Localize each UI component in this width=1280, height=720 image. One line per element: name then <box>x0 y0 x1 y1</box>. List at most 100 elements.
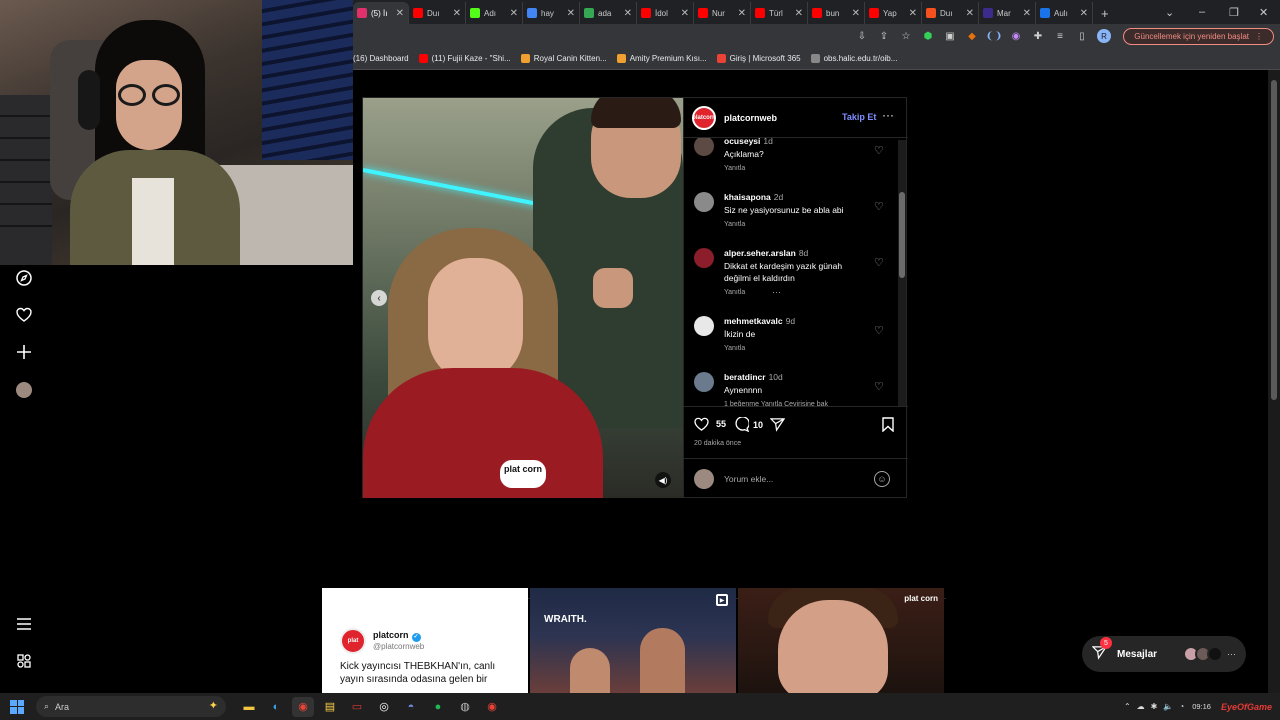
comment-user[interactable]: beratdincr 10d <box>724 372 783 382</box>
tab-search-icon[interactable]: ⌄ <box>1165 0 1174 24</box>
post-media[interactable]: ‹ plat corn ◀) <box>363 98 683 498</box>
taskbar-search[interactable]: ⌕ Ara ✦ <box>36 696 226 717</box>
browser-tab[interactable]: Nur ✕ <box>694 2 751 24</box>
browser-tab[interactable]: Duı ✕ <box>922 2 979 24</box>
update-restart-button[interactable]: Güncellemek için yeniden başlat ⋮ <box>1123 28 1274 45</box>
tab-close-icon[interactable]: ✕ <box>681 8 689 19</box>
page-scrollbar-thumb[interactable] <box>1271 80 1277 400</box>
tab-close-icon[interactable]: ✕ <box>909 8 917 19</box>
create-icon[interactable] <box>15 343 33 361</box>
tray-network-icon[interactable]: ◔ <box>1179 702 1184 711</box>
comment-input[interactable] <box>724 473 864 484</box>
sound-toggle-icon[interactable]: ◀) <box>655 472 671 488</box>
explore-icon[interactable] <box>15 269 33 287</box>
messages-button[interactable]: 5 Mesajlar ··· <box>1082 636 1246 672</box>
bookmark-item[interactable]: Giriş | Microsoft 365 <box>716 54 801 63</box>
author-username[interactable]: platcornweb <box>724 113 777 123</box>
comment-reply-button[interactable]: Yanıtla <box>724 289 745 296</box>
comment-reply-button[interactable]: Yanıtla <box>724 221 745 228</box>
tab-close-icon[interactable]: ✕ <box>795 8 803 19</box>
extension-square-icon[interactable]: ▣ <box>943 29 957 43</box>
bookmark-item[interactable]: (16) Dashboard <box>353 54 409 63</box>
tab-close-icon[interactable]: ✕ <box>453 8 461 19</box>
comment-user[interactable]: mehmetkavalc 9d <box>724 316 795 326</box>
author-avatar[interactable]: platcorn <box>692 105 716 130</box>
tab-close-icon[interactable]: ✕ <box>852 8 860 19</box>
tab-close-icon[interactable]: ✕ <box>966 8 974 19</box>
comment-username[interactable]: khaisapona <box>724 192 771 202</box>
browser-tab[interactable]: ada ✕ <box>580 2 637 24</box>
extension-purple-icon[interactable]: ◉ <box>1009 29 1023 43</box>
emoji-icon[interactable]: ☺ <box>874 471 890 487</box>
profile-avatar[interactable] <box>15 381 33 399</box>
profile-button[interactable]: R <box>1097 29 1111 43</box>
comment-like-icon[interactable]: ♡ <box>874 324 884 337</box>
start-button[interactable] <box>10 699 24 714</box>
comment-username[interactable]: ocuseysi <box>724 138 760 146</box>
tab-close-icon[interactable]: ✕ <box>396 8 404 19</box>
browser-tab[interactable]: Yap ✕ <box>865 2 922 24</box>
new-tab-button[interactable]: + <box>1093 2 1117 24</box>
comment-user[interactable]: alper.seher.arslan 8d <box>724 248 808 258</box>
comment-like-icon[interactable]: ♡ <box>874 380 884 393</box>
obs-icon[interactable]: ◎ <box>373 697 395 717</box>
file-explorer-icon[interactable]: ▬ <box>238 697 260 717</box>
tab-close-icon[interactable]: ✕ <box>738 8 746 19</box>
tray-volume-icon[interactable]: 🔈 <box>1163 702 1173 711</box>
tab-close-icon[interactable]: ✕ <box>567 8 575 19</box>
save-button[interactable] <box>882 417 894 432</box>
comment-button[interactable]: 10 <box>734 417 763 432</box>
browser-tab[interactable]: Duı ✕ <box>409 2 466 24</box>
tray-bluetooth-icon[interactable]: ✱ <box>1151 702 1158 711</box>
side-panel-icon[interactable]: ▯ <box>1075 29 1089 43</box>
comment-avatar[interactable] <box>694 192 714 212</box>
tab-close-icon[interactable]: ✕ <box>1080 8 1088 19</box>
comment-username[interactable]: mehmetkavalc <box>724 316 783 326</box>
browser-tab[interactable]: bun ✕ <box>808 2 865 24</box>
browser-tab[interactable]: Mar ✕ <box>979 2 1036 24</box>
edge-icon[interactable]: ◐ <box>265 697 287 717</box>
comment-options-icon[interactable]: ··· <box>772 287 781 297</box>
tab-close-icon[interactable]: ✕ <box>1023 8 1031 19</box>
voice-app-icon[interactable]: ▭ <box>346 697 368 717</box>
extension-wave-icon[interactable]: ❨❩ <box>986 29 1003 43</box>
browser-tab[interactable]: İdol ✕ <box>637 2 694 24</box>
comments-scrollbar[interactable] <box>898 140 906 406</box>
extension-fox-icon[interactable]: ◆ <box>965 29 979 43</box>
chrome-secondary-icon[interactable]: ◉ <box>481 697 503 717</box>
browser-tab[interactable]: (5) İı ✕ <box>353 2 409 24</box>
comment-like-icon[interactable]: ♡ <box>874 200 884 213</box>
bookmark-item[interactable]: Amity Premium Kısı... <box>616 54 707 63</box>
comment-user[interactable]: khaisapona 2d <box>724 192 783 202</box>
bookmark-item[interactable]: Royal Canin Kitten... <box>520 54 607 63</box>
share-icon[interactable]: ⇪ <box>877 29 891 43</box>
browser-tab[interactable]: Aulı ✕ <box>1036 2 1093 24</box>
chrome-icon[interactable]: ◉ <box>292 696 314 717</box>
media-control-icon[interactable]: ≡ <box>1053 29 1067 43</box>
comment-like-icon[interactable]: ♡ <box>874 256 884 269</box>
menu-icon[interactable] <box>15 615 33 633</box>
comment-avatar[interactable] <box>694 138 714 156</box>
follow-button[interactable]: Takip Et <box>842 112 876 122</box>
tray-cloud-icon[interactable]: ☁ <box>1137 702 1145 711</box>
minimize-button[interactable]: – <box>1199 0 1205 24</box>
discord-icon[interactable]: ◓ <box>400 697 422 717</box>
tab-close-icon[interactable]: ✕ <box>624 8 632 19</box>
comment-user[interactable]: ocuseysi 1d <box>724 138 773 146</box>
comment-username[interactable]: alper.seher.arslan <box>724 248 796 258</box>
comment-reply-button[interactable]: Yanıtla <box>724 165 745 172</box>
notes-icon[interactable]: ▤ <box>319 697 341 717</box>
install-icon[interactable]: ⇩ <box>855 29 869 43</box>
page-scrollbar[interactable] <box>1268 70 1280 693</box>
comment-avatar[interactable] <box>694 372 714 392</box>
share-button[interactable] <box>770 417 785 432</box>
browser-tab[interactable]: hay ✕ <box>523 2 580 24</box>
like-button[interactable]: 55 <box>694 417 726 431</box>
comment-username[interactable]: beratdincr <box>724 372 766 382</box>
bookmark-item[interactable]: obs.halic.edu.tr/oib... <box>810 54 897 63</box>
threads-grid-icon[interactable] <box>15 652 33 670</box>
comment-reply-button[interactable]: Yanıtla <box>724 345 745 352</box>
tray-chevron-icon[interactable]: ⌃ <box>1124 702 1131 711</box>
steam-icon[interactable]: ◍ <box>454 697 476 717</box>
maximize-button[interactable]: ❐ <box>1229 0 1239 24</box>
